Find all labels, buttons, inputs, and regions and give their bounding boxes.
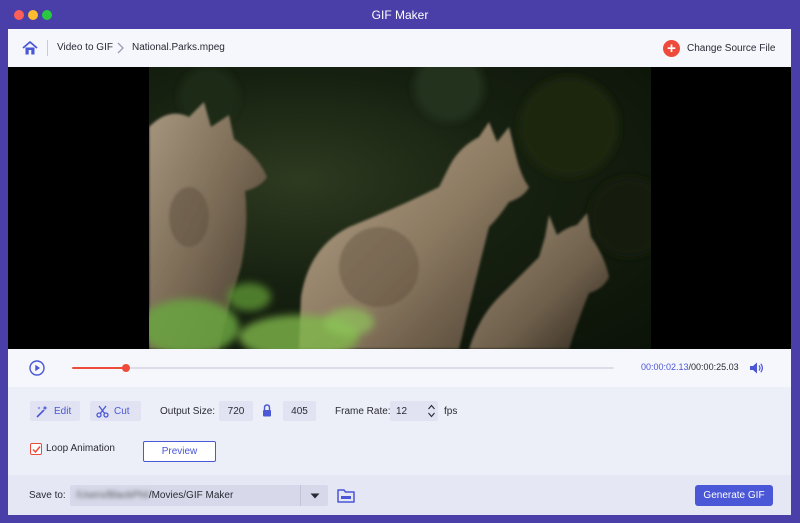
frame-rate-value: 12	[396, 405, 408, 417]
preview-button[interactable]: Preview	[143, 441, 216, 462]
video-frame	[149, 67, 651, 349]
loop-animation-checkbox[interactable]	[30, 443, 42, 455]
volume-icon[interactable]	[749, 361, 764, 375]
save-path-text: /Users/BlackPhil/Movies/GIF Maker	[76, 490, 233, 501]
edit-label: Edit	[54, 405, 72, 417]
window-title: GIF Maker	[371, 8, 429, 22]
chevron-down-icon	[310, 493, 319, 498]
video-preview	[8, 67, 791, 349]
breadcrumb-video-to-gif[interactable]: Video to GIF	[57, 42, 113, 53]
output-size-label: Output Size:	[160, 406, 216, 417]
timeline-progress	[72, 367, 127, 369]
save-path-dropdown[interactable]	[300, 485, 328, 506]
divider	[47, 40, 48, 56]
change-source-label: Change Source File	[687, 42, 776, 54]
folder-icon[interactable]	[337, 488, 355, 503]
checkmark-icon	[31, 445, 41, 453]
home-icon[interactable]	[22, 40, 38, 56]
height-input[interactable]: 405	[283, 401, 316, 421]
width-input[interactable]: 720	[219, 401, 253, 421]
change-source-file-button[interactable]: + Change Source File	[663, 39, 775, 57]
cut-label: Cut	[114, 405, 130, 417]
loop-animation-label: Loop Animation	[46, 443, 115, 454]
breadcrumb-file-name: National.Parks.mpeg	[132, 42, 225, 53]
app-window: Video to GIF National.Parks.mpeg + Chang…	[8, 29, 791, 515]
magic-wand-icon	[36, 405, 48, 418]
playback-bar: 00:00:02.13/00:00:25.03	[8, 349, 791, 387]
timeline-slider[interactable]	[72, 364, 614, 372]
save-path-user: /Users/BlackPhil	[76, 490, 149, 501]
frame-rate-label: Frame Rate:	[335, 406, 391, 417]
timeline-handle[interactable]	[122, 364, 131, 372]
gif-settings-panel: Edit Cut Output Size: 720 405 Frame Rate…	[8, 387, 791, 475]
stepper-arrows-icon[interactable]	[427, 403, 436, 419]
current-time: 00:00:02.13	[641, 362, 689, 372]
save-path-field[interactable]: /Users/BlackPhil/Movies/GIF Maker	[70, 485, 328, 506]
generate-gif-button[interactable]: Generate GIF	[695, 485, 773, 506]
scissors-icon	[96, 405, 109, 418]
total-time: /00:00:25.03	[688, 362, 739, 372]
fps-label: fps	[444, 406, 458, 417]
frame-rate-stepper[interactable]: 12	[390, 401, 438, 421]
cut-button[interactable]: Cut	[90, 401, 141, 421]
title-bar: GIF Maker	[0, 0, 800, 29]
save-bar: Save to: /Users/BlackPhil/Movies/GIF Mak…	[8, 475, 791, 515]
edit-button[interactable]: Edit	[30, 401, 80, 421]
breadcrumb-bar: Video to GIF National.Parks.mpeg + Chang…	[8, 29, 791, 67]
chevron-right-icon	[117, 42, 124, 54]
play-icon[interactable]	[29, 360, 45, 376]
save-to-label: Save to:	[29, 490, 66, 501]
lock-icon[interactable]	[262, 404, 272, 417]
time-readout: 00:00:02.13/00:00:25.03	[641, 362, 739, 372]
plus-icon: +	[663, 39, 680, 57]
save-path-folder: /Movies/GIF Maker	[148, 490, 234, 501]
